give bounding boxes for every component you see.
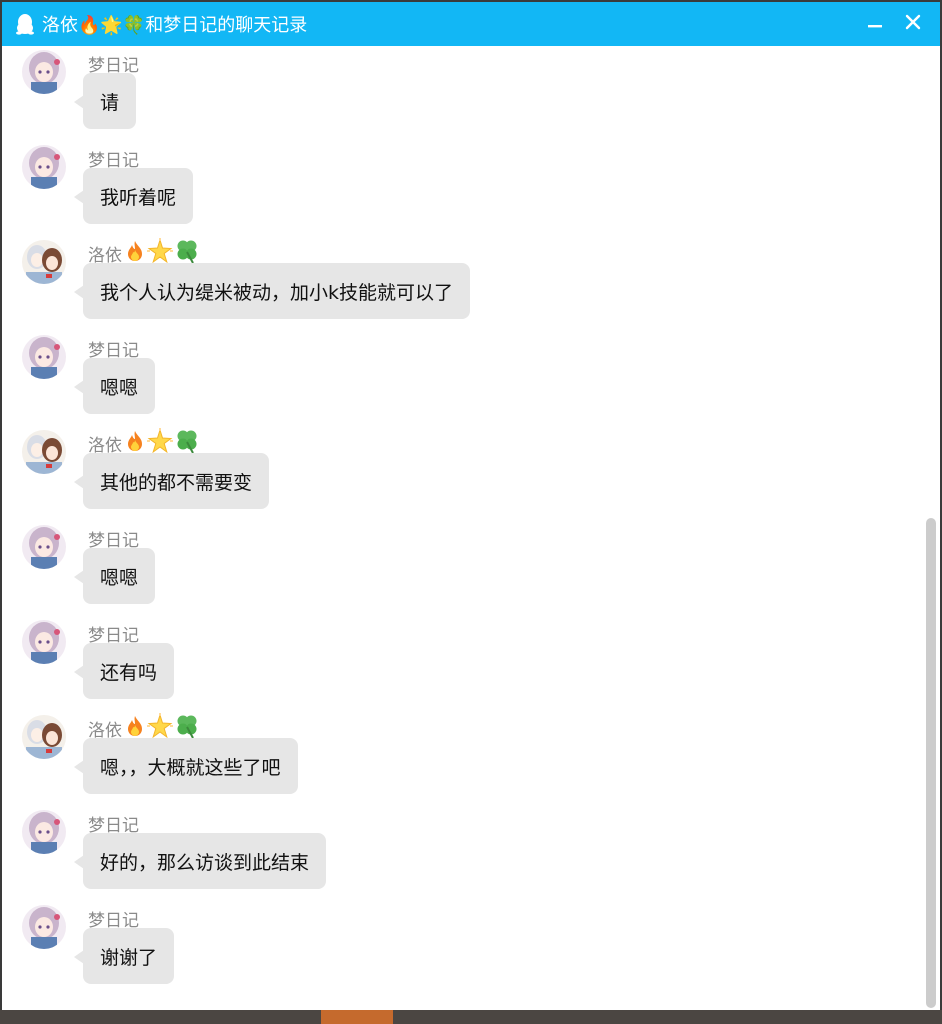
message-bubble[interactable]: 请 (73, 73, 137, 129)
avatar-luoyi[interactable] (22, 715, 66, 759)
chat-history-window: 洛依🔥🌟🍀和梦日记的聊天记录 梦日记 请 梦日记 我听着呢 洛依 我个人认为缇米… (2, 2, 940, 1010)
message-bubble[interactable]: 嗯嗯 (73, 358, 156, 414)
message-item: 梦日记 还有吗 (2, 620, 902, 715)
avatar-dream[interactable] (22, 620, 66, 664)
avatar-dream[interactable] (22, 145, 66, 189)
vertical-scrollbar[interactable] (926, 46, 936, 1010)
avatar-luoyi[interactable] (22, 240, 66, 284)
message-item: 梦日记 嗯嗯 (2, 525, 902, 620)
message-bubble[interactable]: 还有吗 (73, 643, 175, 699)
message-list[interactable]: 梦日记 请 梦日记 我听着呢 洛依 我个人认为缇米被动，加小k技能就可以了 梦日… (2, 46, 940, 1010)
message-bubble[interactable]: 嗯嗯 (73, 548, 156, 604)
avatar-dream[interactable] (22, 50, 66, 94)
message-text: 我听着呢 (100, 186, 177, 209)
qq-penguin-icon (14, 11, 36, 37)
close-icon (905, 14, 921, 34)
message-item: 梦日记 好的，那么访谈到此结束 (2, 810, 902, 905)
message-bubble[interactable]: 嗯，，大概就这些了吧 (74, 738, 298, 794)
avatar-luoyi[interactable] (22, 430, 66, 474)
message-text: 还有吗 (100, 661, 158, 684)
title-bar[interactable]: 洛依🔥🌟🍀和梦日记的聊天记录 (2, 2, 940, 46)
message-bubble[interactable]: 我个人认为缇米被动，加小k技能就可以了 (73, 263, 471, 319)
message-text: 嗯嗯 (100, 566, 139, 589)
minimize-icon (867, 14, 883, 34)
message-bubble[interactable]: 好的，那么访谈到此结束 (73, 833, 327, 889)
sender-name-text: 洛依 (88, 720, 122, 741)
minimize-button[interactable] (856, 2, 894, 46)
message-item: 洛依 嗯，，大概就这些了吧 (2, 712, 902, 810)
message-bubble[interactable]: 其他的都不需要变 (73, 453, 270, 509)
avatar-dream[interactable] (22, 810, 66, 854)
sender-name-text: 洛依 (88, 245, 122, 266)
close-button[interactable] (894, 2, 932, 46)
message-text: 谢谢了 (100, 946, 158, 969)
message-text: 请 (100, 91, 120, 114)
sender-name-text: 洛依 (88, 435, 122, 456)
message-item: 梦日记 嗯嗯 (2, 335, 902, 430)
scrollbar-thumb[interactable] (926, 518, 936, 1008)
message-item: 洛依 我个人认为缇米被动，加小k技能就可以了 (2, 237, 902, 335)
desktop-taskbar-strip (0, 1010, 942, 1024)
avatar-dream[interactable] (22, 335, 66, 379)
taskbar-app-button[interactable] (321, 1010, 393, 1024)
message-item: 梦日记 我听着呢 (2, 145, 902, 240)
avatar-dream[interactable] (22, 905, 66, 949)
window-controls (856, 2, 932, 46)
message-item: 梦日记 谢谢了 (2, 905, 902, 1000)
message-bubble[interactable]: 我听着呢 (73, 168, 194, 224)
message-item: 洛依 其他的都不需要变 (2, 427, 902, 525)
message-text: 我个人认为缇米被动，加小k技能就可以了 (100, 281, 454, 304)
avatar-dream[interactable] (22, 525, 66, 569)
window-title: 洛依🔥🌟🍀和梦日记的聊天记录 (42, 15, 308, 36)
message-text: 嗯嗯 (100, 376, 139, 399)
message-text: 其他的都不需要变 (100, 471, 253, 494)
message-text: 好的，那么访谈到此结束 (100, 851, 310, 874)
message-item: 梦日记 请 (2, 50, 902, 145)
message-text: 嗯，，大概就这些了吧 (100, 756, 281, 779)
message-bubble[interactable]: 谢谢了 (73, 928, 175, 984)
